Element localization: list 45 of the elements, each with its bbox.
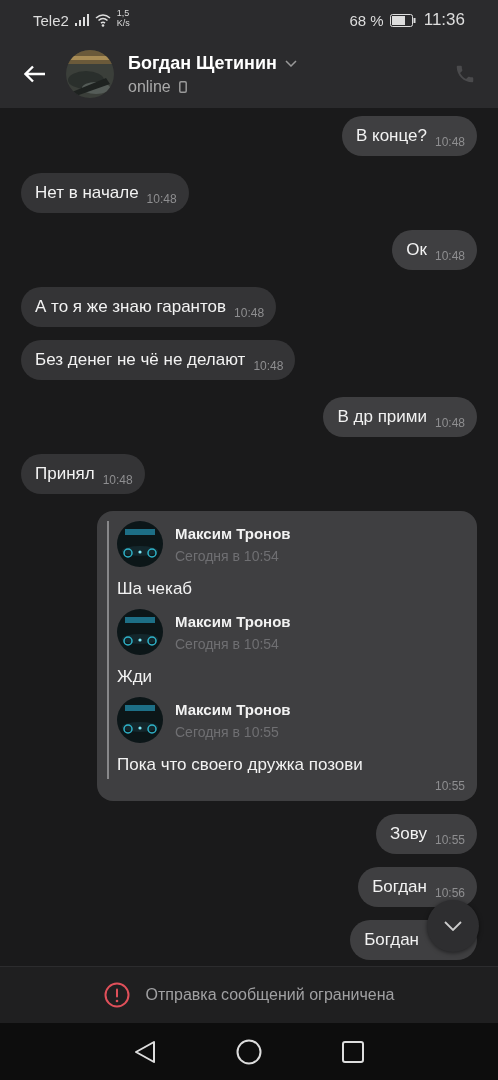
- back-icon[interactable]: [134, 1039, 156, 1064]
- message-time: 10:48: [434, 249, 465, 263]
- carrier-name: Tele2: [33, 11, 69, 29]
- restriction-notice: Отправка сообщений ограничена: [145, 986, 395, 1004]
- message-time: 10:48: [234, 306, 265, 320]
- recents-icon[interactable]: [342, 1040, 364, 1063]
- message-time: 10:55: [433, 779, 465, 793]
- presence-status: online: [128, 77, 171, 96]
- message-time: 10:55: [434, 833, 465, 847]
- battery-percent: 68 %: [349, 11, 384, 29]
- chevron-down-icon[interactable]: [284, 59, 297, 67]
- network-speed-unit: K/s: [116, 18, 130, 28]
- contact-name[interactable]: Богдан Щетинин: [128, 52, 277, 74]
- message-time: 10:48: [434, 416, 465, 430]
- message-text: А то я же знаю гарантов: [35, 297, 227, 317]
- author-name: Максим Тронов: [175, 524, 291, 542]
- message-text: Пока что своего дружка позови: [117, 755, 364, 775]
- warning-icon: [103, 982, 130, 1008]
- message-text: Жди: [117, 667, 154, 687]
- message-text: Зову: [390, 824, 427, 844]
- clock: 11:36: [423, 10, 465, 30]
- wifi-icon: [94, 13, 111, 27]
- message-text: Нет в начале: [35, 183, 139, 203]
- message-time: 10:48: [146, 192, 177, 206]
- phone-icon: [178, 80, 187, 93]
- back-arrow-icon[interactable]: [24, 65, 46, 83]
- message-time: 10:56: [434, 886, 465, 900]
- signal-icon: [74, 14, 89, 26]
- message-text: Богдан: [364, 930, 419, 950]
- battery-icon: [389, 13, 416, 27]
- message-text: В конце?: [355, 126, 427, 146]
- home-icon[interactable]: [236, 1038, 262, 1065]
- message-text: Принял: [35, 464, 95, 484]
- message-text: В др прими: [337, 407, 427, 427]
- message-text: Ок: [406, 240, 427, 260]
- message-text: Ша чекаб: [117, 579, 194, 599]
- chevron-down-icon: [444, 921, 462, 931]
- author-name: Максим Тронов: [175, 700, 291, 718]
- network-speed: 1,5: [116, 8, 130, 18]
- author-name: Максим Тронов: [175, 612, 291, 630]
- message-time: 10:48: [102, 473, 133, 487]
- message-text: Без денег не чё не делают: [35, 350, 246, 370]
- message-time: 10:48: [434, 135, 465, 149]
- message-text: Богдан: [372, 877, 427, 897]
- message-time: 10:48: [253, 359, 284, 373]
